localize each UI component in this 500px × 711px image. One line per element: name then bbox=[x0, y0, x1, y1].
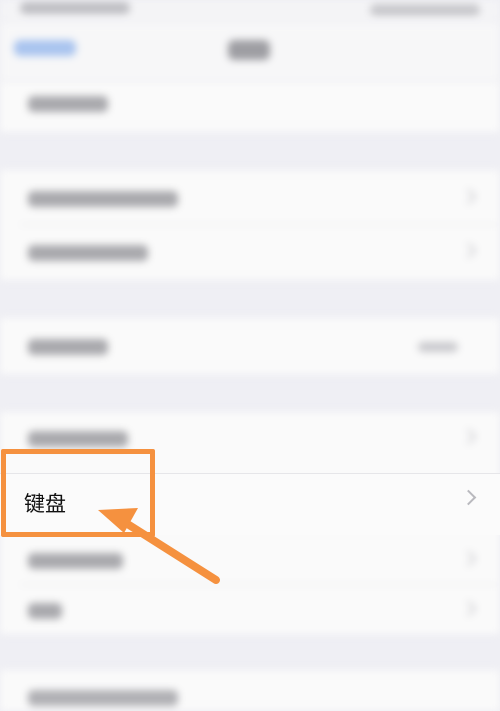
arrow-pointer-icon bbox=[98, 508, 220, 584]
